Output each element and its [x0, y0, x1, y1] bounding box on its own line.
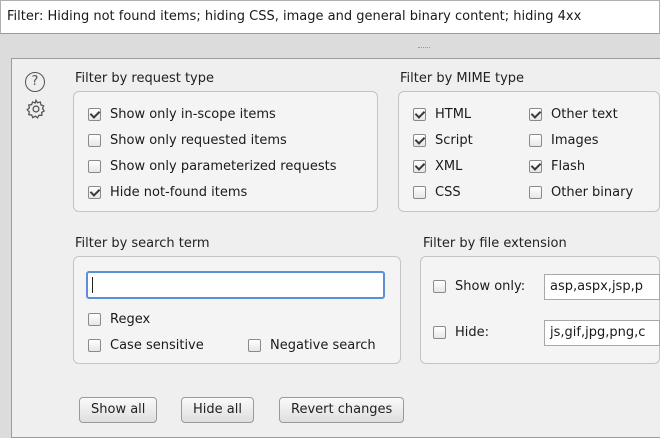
checkbox-label: Hide: — [455, 324, 490, 340]
hide-not-found-checkbox[interactable]: Hide not-found items — [88, 183, 247, 201]
checkbox-label: Script — [435, 132, 473, 148]
mime-other-text-checkbox[interactable]: Other text — [529, 105, 618, 123]
checkbox-box[interactable] — [529, 185, 542, 199]
checkbox-box[interactable] — [88, 133, 101, 147]
checkbox-label: CSS — [435, 184, 461, 200]
help-icon[interactable]: ? — [25, 72, 45, 92]
in-scope-checkbox[interactable]: Show only in-scope items — [88, 105, 276, 123]
checkbox-box[interactable] — [433, 325, 446, 339]
checkbox-label: Other text — [551, 106, 618, 122]
negative-search-checkbox[interactable]: Negative search — [248, 336, 376, 354]
checkbox-label: Flash — [551, 158, 586, 174]
mime-flash-checkbox[interactable]: Flash — [529, 157, 585, 175]
checkbox-label: Hide not-found items — [110, 184, 248, 200]
file-extension-title: Filter by file extension — [423, 236, 567, 251]
checkbox-label: Show only in-scope items — [110, 106, 276, 122]
show-only-extensions-input[interactable]: asp,aspx,jsp,p — [544, 274, 660, 300]
mime-other-binary-checkbox[interactable]: Other binary — [529, 183, 633, 201]
checkbox-box[interactable] — [88, 107, 101, 121]
checkbox-label: Negative search — [270, 337, 376, 353]
mime-css-checkbox[interactable]: CSS — [413, 183, 461, 201]
checkbox-box[interactable] — [413, 133, 426, 147]
search-term-title: Filter by search term — [75, 236, 210, 251]
mime-html-checkbox[interactable]: HTML — [413, 105, 471, 123]
checkbox-label: Other binary — [551, 184, 634, 200]
checkbox-label: Regex — [110, 311, 151, 327]
gear-icon[interactable] — [25, 98, 47, 120]
checkbox-box[interactable] — [88, 159, 101, 173]
hide-all-button[interactable]: Hide all — [181, 397, 254, 423]
checkbox-box[interactable] — [529, 159, 542, 173]
checkbox-label: Show only requested items — [110, 132, 287, 148]
mime-xml-checkbox[interactable]: XML — [413, 157, 462, 175]
file-extension-group — [420, 256, 660, 364]
checkbox-label: HTML — [435, 106, 472, 122]
show-all-button[interactable]: Show all — [79, 397, 158, 423]
requested-only-checkbox[interactable]: Show only requested items — [88, 131, 287, 149]
checkbox-box[interactable] — [529, 107, 542, 121]
checkbox-box[interactable] — [413, 159, 426, 173]
case-sensitive-checkbox[interactable]: Case sensitive — [88, 336, 204, 354]
checkbox-box[interactable] — [529, 133, 542, 147]
checkbox-box[interactable] — [413, 107, 426, 121]
checkbox-label: Images — [551, 132, 599, 148]
mime-script-checkbox[interactable]: Script — [413, 131, 473, 149]
checkbox-box[interactable] — [433, 279, 446, 293]
checkbox-label: Show only parameterized requests — [110, 158, 337, 174]
search-input[interactable] — [86, 271, 385, 299]
hide-extensions-checkbox[interactable]: Hide: — [433, 323, 489, 341]
checkbox-label: XML — [435, 158, 463, 174]
checkbox-box[interactable] — [88, 338, 101, 352]
text-cursor — [92, 277, 93, 293]
checkbox-label: Show only: — [455, 278, 526, 294]
regex-checkbox[interactable]: Regex — [88, 310, 150, 328]
resize-handle[interactable] — [418, 47, 430, 51]
checkbox-label: Case sensitive — [110, 337, 204, 353]
checkbox-box[interactable] — [248, 338, 261, 352]
filter-summary-text: Filter: Hiding not found items; hiding C… — [7, 9, 582, 24]
hide-extensions-input[interactable]: js,gif,jpg,png,c — [544, 320, 660, 346]
filter-summary-bar[interactable]: Filter: Hiding not found items; hiding C… — [0, 0, 660, 34]
checkbox-box[interactable] — [88, 185, 101, 199]
mime-type-title: Filter by MIME type — [400, 71, 525, 86]
request-type-title: Filter by request type — [75, 71, 214, 86]
checkbox-box[interactable] — [413, 185, 426, 199]
parameterized-checkbox[interactable]: Show only parameterized requests — [88, 157, 336, 175]
checkbox-box[interactable] — [88, 312, 101, 326]
mime-images-checkbox[interactable]: Images — [529, 131, 599, 149]
show-only-checkbox[interactable]: Show only: — [433, 277, 525, 295]
revert-changes-button[interactable]: Revert changes — [279, 397, 405, 423]
